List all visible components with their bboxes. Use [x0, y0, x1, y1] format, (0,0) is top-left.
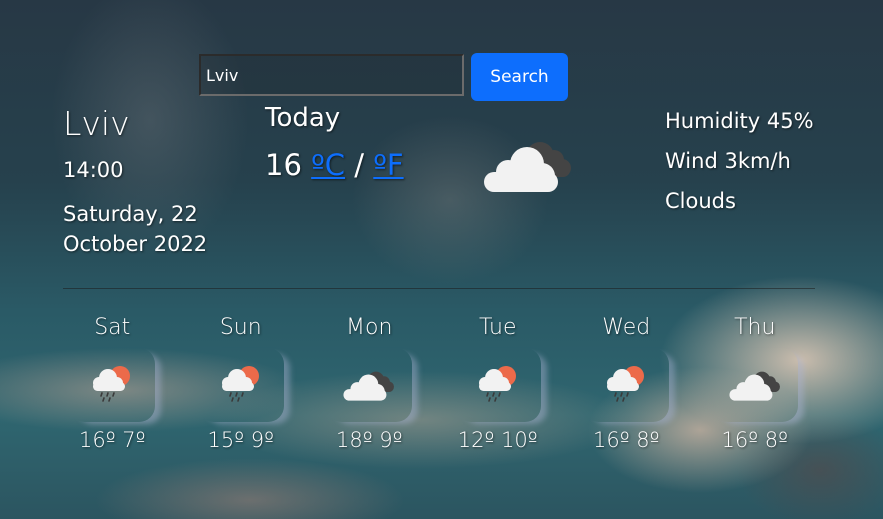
forecast-temps: 16º 8º: [592, 428, 660, 452]
forecast-day-name: Mon: [346, 315, 393, 340]
forecast-day-name: Sat: [94, 315, 131, 340]
forecast-day-name: Wed: [602, 315, 651, 340]
weather-description: Clouds: [665, 189, 736, 213]
celsius-link[interactable]: ºC: [311, 148, 345, 182]
current-time: 14:00: [63, 158, 124, 182]
forecast-day-name: Thu: [734, 315, 776, 340]
cloudy-icon: [482, 134, 574, 196]
forecast-day-name: Tue: [478, 315, 517, 340]
rain-sun-icon: [583, 348, 669, 422]
cloudy-icon: [712, 348, 798, 422]
rain-sun-icon: [69, 348, 155, 422]
forecast-day: Wed 16º 8º: [562, 312, 691, 452]
forecast-day-name: Sun: [219, 315, 262, 340]
rain-sun-icon: [198, 348, 284, 422]
temperature-value: 16: [265, 148, 302, 182]
humidity: Humidity 45%: [665, 109, 814, 133]
forecast-day: Thu 16º 8º: [691, 312, 820, 452]
weather-details: Humidity 45% Wind 3km/h Clouds: [665, 101, 814, 221]
city-search-input[interactable]: [199, 54, 464, 96]
forecast-temps: 15º 9º: [207, 428, 275, 452]
current-temperature: 16 ºC / ºF: [265, 148, 404, 182]
search-button[interactable]: Search: [471, 53, 568, 101]
rain-sun-icon: [455, 348, 541, 422]
cloudy-icon: [326, 348, 412, 422]
forecast-day: Mon 18º 9º: [305, 312, 434, 452]
search-form: Search: [199, 53, 568, 101]
today-label: Today: [265, 103, 341, 133]
forecast-day: Sat 16º 7º: [48, 312, 177, 452]
divider: [63, 288, 815, 289]
forecast-temps: 16º 7º: [78, 428, 146, 452]
forecast-temps: 16º 8º: [721, 428, 789, 452]
forecast-temps: 18º 9º: [335, 428, 403, 452]
forecast-temps: 12º 10º: [457, 428, 538, 452]
forecast-list: Sat 16º 7º Sun 15º 9º Mon 18º 9º Tue 12º…: [48, 312, 819, 452]
current-date: Saturday, 22 October 2022: [63, 202, 208, 256]
city-name: Lviv: [63, 104, 130, 143]
wind: Wind 3km/h: [665, 149, 791, 173]
unit-separator: /: [354, 148, 365, 182]
forecast-day: Tue 12º 10º: [434, 312, 563, 452]
forecast-day: Sun 15º 9º: [177, 312, 306, 452]
fahrenheit-link[interactable]: ºF: [373, 148, 403, 182]
